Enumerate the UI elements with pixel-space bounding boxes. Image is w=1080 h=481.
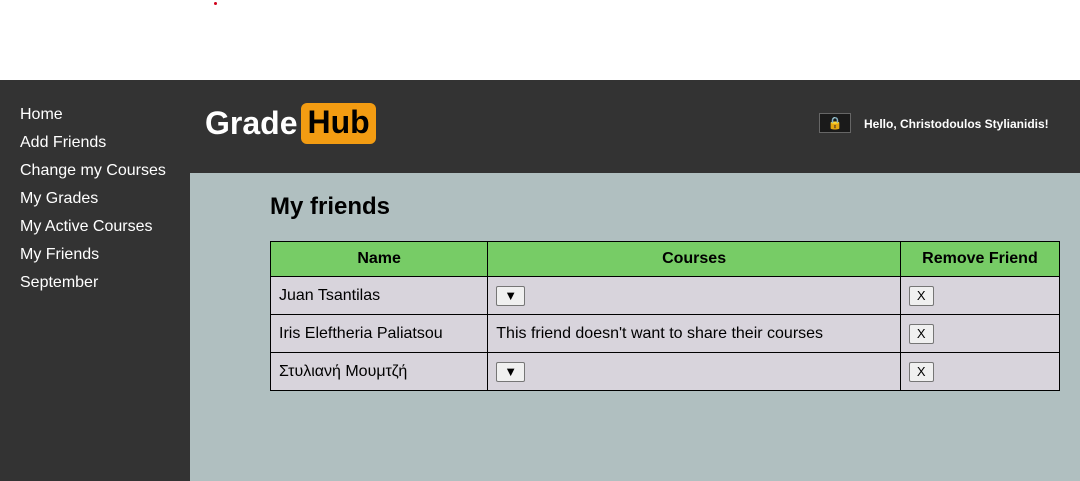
table-row: Juan Tsantilas ▼ X [269,276,1061,315]
top-header: Grade Hub 🔒 Hello, Christodoulos Stylian… [190,80,1080,173]
table-row: Στυλιανή Μουμτζή ▼ X [269,352,1061,391]
close-icon: X [916,363,926,379]
close-icon: X [916,325,926,341]
sidebar-item-my-grades[interactable]: My Grades [20,188,190,216]
close-icon: X [916,287,926,303]
remove-friend-cell: X [899,276,1061,315]
sidebar-item-home[interactable]: Home [20,104,190,132]
sidebar-item-september[interactable]: September [20,272,190,300]
remove-friend-button[interactable]: X [908,323,934,344]
friend-courses-cell: ▼ [487,276,901,315]
sidebar-item-change-courses[interactable]: Change my Courses [20,160,190,188]
user-greeting: Hello, Christodoulos Stylianidis! [864,117,1049,131]
page-title: My friends [270,193,391,220]
expand-courses-button[interactable]: ▼ [496,285,526,306]
remove-friend-button[interactable]: X [908,285,934,306]
column-header-courses: Courses [487,241,901,277]
logout-button[interactable]: 🔒 [819,113,851,133]
friends-table: Name Courses Remove Friend Juan Tsantila… [269,241,1061,391]
table-row: Iris Eleftheria Paliatsou This friend do… [269,314,1061,353]
sidebar-item-add-friends[interactable]: Add Friends [20,132,190,160]
courses-private-message: This friend doesn't want to share their … [496,324,824,342]
remove-friend-button[interactable]: X [908,361,934,382]
sidebar: Home Add Friends Change my Courses My Gr… [0,80,190,481]
app-logo[interactable]: Grade Hub [205,103,376,144]
logo-badge: Hub [301,103,376,144]
table-header-row: Name Courses Remove Friend [269,241,1061,277]
sidebar-item-my-friends[interactable]: My Friends [20,244,190,272]
friend-name: Στυλιανή Μουμτζή [269,352,489,391]
friend-name: Juan Tsantilas [269,276,489,315]
remove-friend-cell: X [899,352,1061,391]
column-header-remove-friend: Remove Friend [899,241,1061,277]
sidebar-item-active-courses[interactable]: My Active Courses [20,216,190,244]
friend-courses-cell: ▼ [487,352,901,391]
decorative-dot [214,2,217,5]
friend-courses-cell: This friend doesn't want to share their … [487,314,901,353]
main-content: My friends Name Courses Remove Friend Ju… [190,173,1080,481]
chevron-down-icon: ▼ [504,287,518,303]
chevron-down-icon: ▼ [504,363,518,379]
expand-courses-button[interactable]: ▼ [496,361,526,382]
lock-icon: 🔒 [827,116,843,130]
logo-text: Grade [205,105,298,141]
remove-friend-cell: X [899,314,1061,353]
column-header-name: Name [269,241,489,277]
friend-name: Iris Eleftheria Paliatsou [269,314,489,353]
sidebar-menu: Home Add Friends Change my Courses My Gr… [0,80,190,300]
